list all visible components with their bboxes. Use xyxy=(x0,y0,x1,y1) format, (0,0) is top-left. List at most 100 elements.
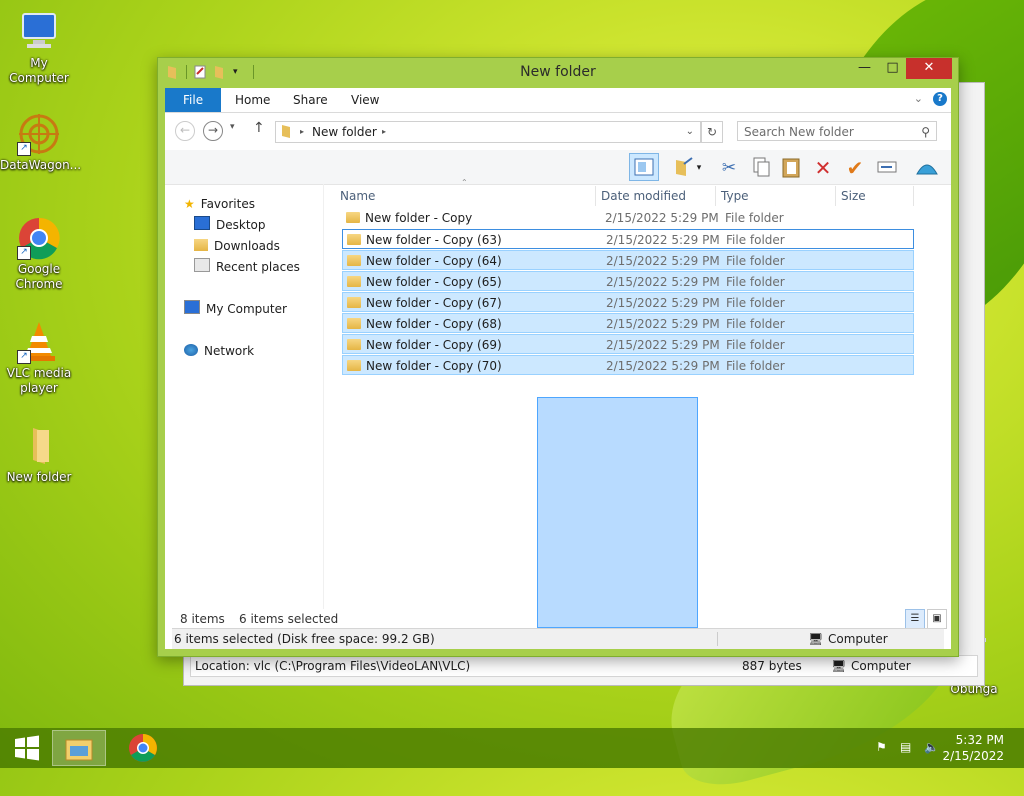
vlc-cone-icon: ↗ xyxy=(17,320,61,364)
chevron-down-icon[interactable]: ⌄ xyxy=(686,122,694,142)
table-row[interactable]: New folder - Copy (63) 2/15/2022 5:29 PM F… xyxy=(342,229,914,249)
back-button[interactable]: ← xyxy=(175,121,195,141)
file-date: 2/15/2022 5:29 PM xyxy=(606,233,720,247)
tab-share[interactable]: Share xyxy=(279,88,342,112)
breadcrumb-separator-icon[interactable]: ▸ xyxy=(382,122,386,142)
table-row[interactable]: New folder - Copy (69) 2/15/2022 5:29 PM F… xyxy=(342,334,914,354)
move-to-icon[interactable] xyxy=(671,156,695,180)
file-type: File folder xyxy=(725,211,784,225)
navigation-pane: ★ Favorites Desktop Downloads Recent plac… xyxy=(165,184,323,609)
shortcut-arrow-icon: ↗ xyxy=(17,246,31,260)
status-bar: 8 items 6 items selected ☰ ▣ xyxy=(165,609,951,629)
column-separator[interactable] xyxy=(715,186,716,206)
search-input[interactable]: Search New folder ⚲ xyxy=(737,121,937,141)
table-row[interactable]: New folder - Copy (65) 2/15/2022 5:29 PM F… xyxy=(342,271,914,291)
address-bar[interactable]: ▸ New folder ▸ ⌄ xyxy=(275,121,701,143)
clock-time: 5:32 PM xyxy=(955,733,1004,747)
file-date: 2/15/2022 5:29 PM xyxy=(605,211,719,225)
file-name: New folder - Copy (69) xyxy=(366,338,502,352)
nav-recent-places[interactable]: Recent places xyxy=(194,257,300,277)
selection-summary: 6 items selected (Disk free space: 99.2 … xyxy=(174,632,435,646)
nav-desktop[interactable]: Desktop xyxy=(194,215,266,235)
shell-icon[interactable] xyxy=(915,156,939,180)
close-button[interactable]: ✕ xyxy=(906,58,952,79)
drag-selection-rectangle xyxy=(537,397,698,628)
forward-button[interactable]: → xyxy=(203,121,223,141)
paste-icon[interactable] xyxy=(779,156,803,180)
column-separator[interactable] xyxy=(835,186,836,206)
taskbar-chrome[interactable] xyxy=(116,730,170,766)
desktop-icon-vlc[interactable]: ↗ VLC media player xyxy=(0,320,78,396)
file-name: New folder - Copy (65) xyxy=(366,275,502,289)
file-type: File folder xyxy=(726,338,785,352)
folder-icon xyxy=(347,297,361,308)
large-icons-view-button[interactable]: ▣ xyxy=(927,609,947,629)
title-bar[interactable]: ▾ New folder — □ ✕ xyxy=(158,58,958,88)
nav-favorites[interactable]: ★ Favorites xyxy=(184,194,255,214)
tab-file[interactable]: File xyxy=(165,88,222,112)
desktop-icon-my-computer[interactable]: My Computer xyxy=(0,10,78,86)
recent-locations-icon[interactable]: ▾ xyxy=(230,122,235,132)
table-row[interactable]: New folder - Copy (67) 2/15/2022 5:29 PM F… xyxy=(342,292,914,312)
desktop-icon-new-folder[interactable]: New folder xyxy=(0,424,78,485)
computer-text: Computer xyxy=(828,632,888,646)
table-row[interactable]: New folder - Copy (64) 2/15/2022 5:29 PM F… xyxy=(342,250,914,270)
help-icon[interactable]: ? xyxy=(933,92,947,106)
file-name: New folder - Copy (68) xyxy=(366,317,502,331)
nav-network[interactable]: Network xyxy=(184,341,254,361)
column-separator[interactable] xyxy=(595,186,596,206)
nav-label: Desktop xyxy=(216,218,266,232)
column-header-size[interactable]: Size xyxy=(841,184,866,208)
folder-icon xyxy=(347,318,361,329)
cut-icon[interactable]: ✂ xyxy=(717,156,741,180)
taskbar-clock[interactable]: 5:32 PM 2/15/2022 xyxy=(942,732,1004,764)
volume-muted-icon[interactable]: 🔈 xyxy=(924,740,939,754)
chevron-down-icon[interactable]: ▾ xyxy=(693,156,705,180)
network-status-icon[interactable]: ▤ xyxy=(900,740,911,754)
rename-icon[interactable] xyxy=(875,156,899,180)
file-name: New folder - Copy (67) xyxy=(366,296,502,310)
details-view-button[interactable]: ☰ xyxy=(905,609,925,629)
chrome-icon: ↗ xyxy=(17,216,61,260)
desktop-icon-datawagon[interactable]: ↗ DataWagon... xyxy=(0,112,81,173)
table-row[interactable]: New folder - Copy 2/15/2022 5:29 PM File f… xyxy=(342,208,914,228)
copy-icon[interactable] xyxy=(749,156,773,180)
delete-icon[interactable]: ✕ xyxy=(811,156,835,180)
nav-my-computer[interactable]: My Computer xyxy=(184,299,287,319)
computer-icon xyxy=(17,10,61,54)
minimize-button[interactable]: — xyxy=(851,58,878,79)
column-separator[interactable] xyxy=(913,186,914,206)
up-button[interactable]: ↑ xyxy=(253,120,265,136)
start-button[interactable] xyxy=(0,730,54,766)
column-header-date-modified[interactable]: Date modified xyxy=(601,184,686,208)
maximize-button[interactable]: □ xyxy=(879,58,906,79)
desktop-icon-chrome[interactable]: ↗ Google Chrome xyxy=(0,216,78,292)
tab-home[interactable]: Home xyxy=(221,88,284,112)
folder-icon xyxy=(280,124,294,143)
search-icon[interactable]: ⚲ xyxy=(921,122,930,142)
file-date: 2/15/2022 5:29 PM xyxy=(606,338,720,352)
expand-ribbon-icon[interactable]: ⌄ xyxy=(914,92,923,105)
preview-pane-button[interactable] xyxy=(629,153,659,181)
separator xyxy=(717,632,718,646)
taskbar-file-explorer[interactable] xyxy=(52,730,106,766)
table-row[interactable]: New folder - Copy (68) 2/15/2022 5:29 PM F… xyxy=(342,313,914,333)
file-explorer-icon xyxy=(65,739,93,761)
table-row[interactable]: New folder - Copy (70) 2/15/2022 5:29 PM F… xyxy=(342,355,914,375)
refresh-button[interactable]: ↻ xyxy=(701,121,723,143)
tab-view[interactable]: View xyxy=(337,88,393,112)
column-header-type[interactable]: Type xyxy=(721,184,749,208)
datawagon-icon: ↗ xyxy=(17,112,61,156)
explorer-window[interactable]: ▾ New folder — □ ✕ File Home Share View … xyxy=(157,57,959,657)
file-type: File folder xyxy=(726,275,785,289)
file-date: 2/15/2022 5:29 PM xyxy=(606,359,720,373)
column-header-name[interactable]: Name xyxy=(340,184,375,208)
nav-downloads[interactable]: Downloads xyxy=(194,236,280,256)
desktop-icon xyxy=(194,216,210,230)
action-center-flag-icon[interactable]: ⚑ xyxy=(876,740,887,754)
select-checkmark-icon[interactable]: ✔ xyxy=(843,156,867,180)
file-list: ⌃ Name Date modified Type Size New folde… xyxy=(325,178,951,628)
breadcrumb-current[interactable]: New folder xyxy=(312,122,377,142)
pane-divider[interactable] xyxy=(323,184,324,609)
file-date: 2/15/2022 5:29 PM xyxy=(606,254,720,268)
